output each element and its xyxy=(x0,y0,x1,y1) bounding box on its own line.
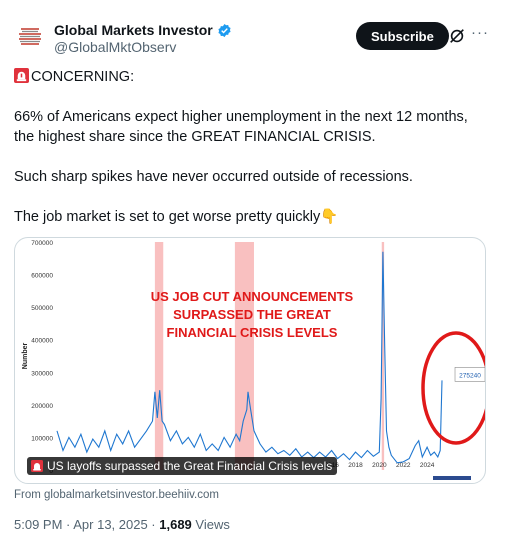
avatar[interactable] xyxy=(14,20,46,52)
link-source[interactable]: From globalmarketsinvestor.beehiiv.com xyxy=(14,489,219,501)
y-tick-label: 200000 xyxy=(31,403,53,410)
subscribe-button[interactable]: Subscribe xyxy=(356,22,449,50)
globe-logo-icon xyxy=(15,21,45,51)
more-options-icon[interactable]: ··· xyxy=(471,24,489,41)
y-tick-label: 400000 xyxy=(31,338,53,345)
tweet-line-1: CONCERNING: xyxy=(14,67,489,87)
author-name-row[interactable]: Global Markets Investor xyxy=(54,22,232,38)
chart-headline: US JOB CUT ANNOUNCEMENTS xyxy=(151,289,354,304)
range-slider xyxy=(433,476,471,480)
recession-band xyxy=(154,242,164,470)
tweet-line-4: The job market is set to get worse prett… xyxy=(14,209,339,225)
recession-band xyxy=(234,242,254,470)
layoffs-chart: 0100000200000300000400000500000600000700… xyxy=(22,240,485,480)
x-tick-label: 2024 xyxy=(420,462,435,469)
x-tick-label: 2020 xyxy=(372,462,387,469)
y-tick-label: 700000 xyxy=(31,240,53,247)
tweet-meta: 5:09 PM · Apr 13, 2025 · 1,689 Views xyxy=(14,517,230,532)
author-handle[interactable]: @GlobalMktObserv xyxy=(54,39,176,55)
y-axis-label: Number xyxy=(22,343,29,370)
highlight-circle xyxy=(421,331,485,445)
grok-icon[interactable] xyxy=(448,27,466,45)
siren-emoji-icon xyxy=(31,460,43,472)
tweet-text: CONCERNING: 66% of Americans expect high… xyxy=(14,67,489,227)
siren-emoji-icon xyxy=(14,68,29,83)
y-tick-label: 500000 xyxy=(31,305,53,312)
y-tick-label: 300000 xyxy=(31,370,53,377)
tweet-line-2: 66% of Americans expect higher unemploym… xyxy=(14,109,468,145)
pointing-down-emoji: 👇 xyxy=(320,209,339,225)
chart-headline: SURPASSED THE GREAT xyxy=(173,307,331,322)
x-tick-label: 2018 xyxy=(348,462,363,469)
verified-badge-icon xyxy=(218,23,231,37)
value-callout: 275240 xyxy=(459,372,481,379)
y-tick-label: 100000 xyxy=(31,435,53,442)
author-name[interactable]: Global Markets Investor xyxy=(54,22,213,38)
tweet-line-3: Such sharp spikes have never occurred ou… xyxy=(14,169,413,185)
timestamp[interactable]: 5:09 PM · Apr 13, 2025 · xyxy=(14,517,159,532)
chart-headline: FINANCIAL CRISIS LEVELS xyxy=(167,325,338,340)
media-image[interactable]: 0100000200000300000400000500000600000700… xyxy=(14,237,486,484)
y-tick-label: 600000 xyxy=(31,273,53,280)
tweet-header: Global Markets Investor @GlobalMktObserv… xyxy=(14,18,494,58)
views-count: 1,689 xyxy=(159,517,192,532)
media-caption[interactable]: US layoffs surpassed the Great Financial… xyxy=(27,457,338,475)
views-label: Views xyxy=(191,517,230,532)
